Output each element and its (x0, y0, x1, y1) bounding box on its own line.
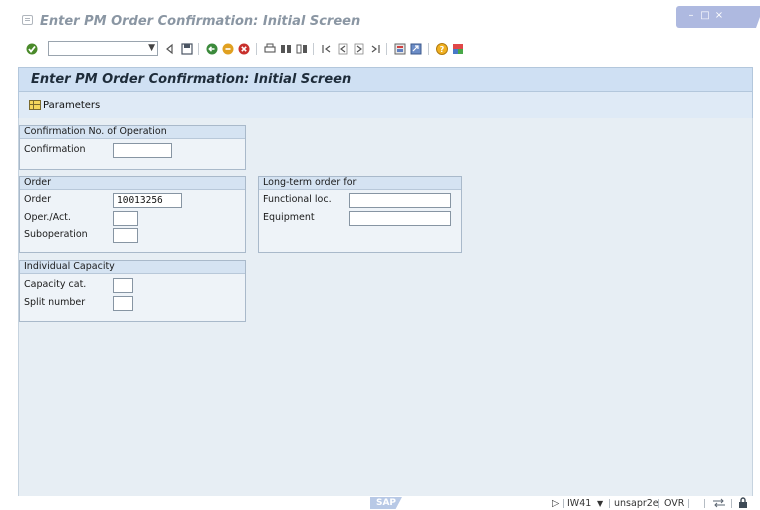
oper-act-label: Oper./Act. (24, 212, 71, 223)
toolbar-separator (313, 43, 314, 55)
capacity-cat-row: Capacity cat. (20, 278, 247, 293)
window-title-bar: Enter PM Order Confirmation: Initial Scr… (0, 0, 760, 38)
previous-page-icon[interactable] (337, 43, 349, 55)
exit-icon[interactable] (222, 43, 234, 55)
cancel-icon[interactable] (238, 43, 250, 55)
last-page-icon[interactable] (369, 43, 381, 55)
status-separator (658, 499, 659, 508)
chevron-down-icon[interactable]: ▼ (148, 43, 155, 53)
group-individual-capacity: Individual Capacity Capacity cat. Split … (19, 260, 246, 322)
insert-mode[interactable]: OVR (664, 498, 684, 509)
equipment-input[interactable] (349, 211, 451, 226)
group-title: Order (20, 177, 245, 190)
svg-text:?: ? (440, 45, 445, 54)
application-toolbar: Parameters (18, 92, 753, 118)
new-session-icon[interactable] (394, 43, 406, 55)
suboperation-label: Suboperation (24, 229, 88, 240)
play-icon[interactable]: ▷ (552, 498, 559, 509)
group-order: Order Order 10013256 Oper./Act. Subopera… (19, 176, 246, 253)
status-bar: SAP ▷ IW41 ▼ unsapr2e OVR (0, 496, 760, 510)
confirmation-input[interactable] (113, 143, 172, 158)
help-icon[interactable]: ? (436, 43, 448, 55)
order-input[interactable]: 10013256 (113, 193, 182, 208)
next-page-icon[interactable] (353, 43, 365, 55)
user-server: unsapr2e (614, 498, 659, 509)
close-icon[interactable]: × (714, 11, 724, 21)
group-title: Confirmation No. of Operation (20, 126, 245, 139)
print-icon[interactable] (264, 43, 276, 55)
toolbar-separator (256, 43, 257, 55)
parameters-label: Parameters (43, 99, 101, 111)
confirmation-label: Confirmation (24, 144, 86, 155)
oper-act-row: Oper./Act. (20, 211, 247, 226)
toolbar-separator (198, 43, 199, 55)
status-separator (609, 499, 610, 508)
functional-loc-input[interactable] (349, 193, 451, 208)
capacity-cat-input[interactable] (113, 278, 133, 293)
sap-logo: SAP (370, 497, 402, 509)
find-icon[interactable] (280, 43, 292, 55)
connection-icon[interactable] (712, 498, 726, 508)
window-controls: – □ × (676, 6, 760, 28)
group-long-term-order: Long-term order for Functional loc. Equi… (258, 176, 462, 253)
back-icon[interactable] (206, 43, 218, 55)
equipment-row: Equipment (259, 211, 463, 226)
table-icon (29, 100, 41, 110)
first-page-icon[interactable] (321, 43, 333, 55)
shortcut-icon[interactable] (410, 43, 422, 55)
chevron-down-icon[interactable]: ▼ (597, 499, 603, 508)
order-row: Order 10013256 (20, 193, 247, 208)
oper-act-input[interactable] (113, 211, 138, 226)
suboperation-row: Suboperation (20, 228, 247, 243)
order-label: Order (24, 194, 51, 205)
system-menu-icon[interactable] (22, 15, 33, 25)
find-next-icon[interactable] (296, 43, 308, 55)
enter-icon[interactable] (26, 43, 38, 55)
back-arrow-icon[interactable] (164, 43, 176, 55)
standard-toolbar: ▼ ? (0, 38, 760, 60)
main-content: Confirmation No. of Operation Confirmati… (18, 118, 753, 496)
minimize-icon[interactable]: – (686, 11, 696, 21)
customize-layout-icon[interactable] (452, 43, 464, 55)
suboperation-input[interactable] (113, 228, 138, 243)
group-confirmation-no: Confirmation No. of Operation Confirmati… (19, 125, 246, 170)
functional-loc-label: Functional loc. (263, 194, 332, 205)
page-title: Enter PM Order Confirmation: Initial Scr… (31, 72, 352, 87)
split-number-input[interactable] (113, 296, 133, 311)
transaction-code[interactable]: IW41 (567, 498, 591, 509)
group-title: Individual Capacity (20, 261, 245, 274)
screen-header: Enter PM Order Confirmation: Initial Scr… (18, 67, 753, 92)
status-separator (563, 499, 564, 508)
parameters-button[interactable]: Parameters (29, 98, 100, 112)
save-icon[interactable] (181, 43, 193, 55)
status-separator (688, 499, 689, 508)
window-title: Enter PM Order Confirmation: Initial Scr… (40, 14, 361, 29)
toolbar-separator (428, 43, 429, 55)
functional-loc-row: Functional loc. (259, 193, 463, 208)
capacity-cat-label: Capacity cat. (24, 279, 87, 290)
status-separator (731, 499, 732, 508)
equipment-label: Equipment (263, 212, 315, 223)
confirmation-row: Confirmation (20, 143, 247, 158)
lock-icon[interactable] (737, 497, 749, 509)
maximize-icon[interactable]: □ (700, 11, 710, 21)
split-number-label: Split number (24, 297, 86, 308)
toolbar-separator (386, 43, 387, 55)
command-field[interactable]: ▼ (48, 41, 158, 56)
split-number-row: Split number (20, 296, 247, 311)
group-title: Long-term order for (259, 177, 461, 190)
status-separator (704, 499, 705, 508)
